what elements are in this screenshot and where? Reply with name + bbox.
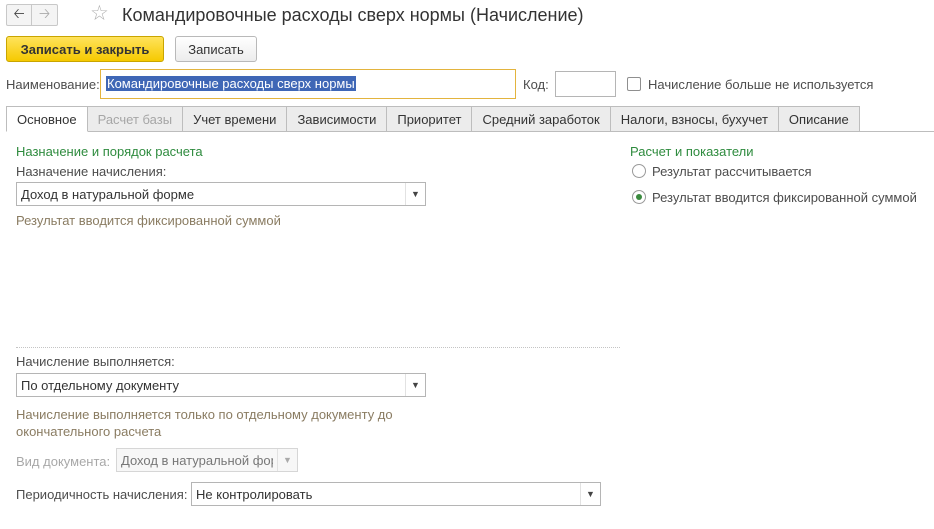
forward-button[interactable]: 🡢 [32,4,58,26]
code-input[interactable] [555,71,616,97]
calc-section-title: Расчет и показатели [630,144,754,159]
tab-taxes[interactable]: Налоги, взносы, бухучет [610,106,779,132]
execution-label: Начисление выполняется: [16,354,175,369]
name-label: Наименование: [6,77,100,92]
arrow-right-icon: 🡢 [38,5,51,21]
execution-select[interactable]: По отдельному документу ▼ [16,373,426,397]
arrow-left-icon: 🡠 [13,5,25,21]
unused-checkbox[interactable] [627,77,641,91]
execution-select-value: По отдельному документу [21,378,179,393]
back-button[interactable]: 🡠 [6,4,32,26]
radio-calculated-label: Результат рассчитывается [652,164,812,179]
chevron-down-icon: ▼ [277,449,297,471]
purpose-select[interactable]: Доход в натуральной форме ▼ [16,182,426,206]
radio-calculated[interactable] [632,164,646,178]
tab-base-calculation[interactable]: Расчет базы [87,106,184,132]
chevron-down-icon[interactable]: ▼ [580,483,600,505]
name-input-value: Командировочные расходы сверх нормы [106,76,356,91]
radio-fixed-label: Результат вводится фиксированной суммой [652,190,917,205]
section-divider [16,347,620,348]
save-button[interactable]: Записать [175,36,257,62]
tab-bar: Основное Расчет базы Учет времени Зависи… [6,106,860,132]
star-icon[interactable]: ☆ [90,2,109,26]
periodicity-select-value: Не контролировать [196,487,313,502]
name-input[interactable]: Командировочные расходы сверх нормы [100,69,516,99]
purpose-label: Назначение начисления: [16,164,167,179]
purpose-select-value: Доход в натуральной форме [21,187,195,202]
periodicity-select[interactable]: Не контролировать ▼ [191,482,601,506]
execution-note-line2: окончательного расчета [16,424,162,439]
purpose-section-title: Назначение и порядок расчета [16,144,203,159]
code-label: Код: [523,77,549,92]
periodicity-label: Периодичность начисления: [16,487,188,502]
tab-dependencies[interactable]: Зависимости [287,106,388,132]
tab-main[interactable]: Основное [6,106,88,132]
tab-average-earnings[interactable]: Средний заработок [472,106,611,132]
doc-type-select-value: Доход в натуральной фор [121,453,273,468]
chevron-down-icon[interactable]: ▼ [405,374,425,396]
save-and-close-button[interactable]: Записать и закрыть [6,36,164,62]
radio-fixed[interactable] [632,190,646,204]
purpose-note: Результат вводится фиксированной суммой [16,213,281,228]
page-title: Командировочные расходы сверх нормы (Нач… [122,5,584,25]
chevron-down-icon[interactable]: ▼ [405,183,425,205]
tab-description[interactable]: Описание [778,106,860,132]
doc-type-label: Вид документа: [16,454,111,469]
execution-note-line1: Начисление выполняется только по отдельн… [16,407,393,422]
tab-time-accounting[interactable]: Учет времени [183,106,288,132]
doc-type-select: Доход в натуральной фор ▼ [116,448,298,472]
unused-checkbox-label: Начисление больше не используется [648,77,874,92]
tab-priority[interactable]: Приоритет [387,106,473,132]
